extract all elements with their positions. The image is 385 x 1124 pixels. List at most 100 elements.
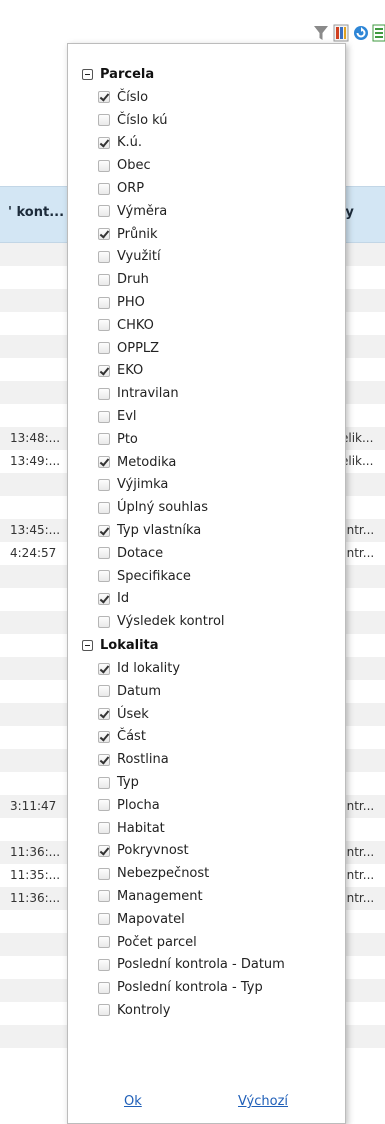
column-option[interactable]: Poslední kontrola - Datum — [68, 953, 345, 976]
column-option[interactable]: Druh — [68, 268, 345, 291]
checkbox-unchecked[interactable] — [98, 776, 110, 789]
column-option[interactable]: CHKO — [68, 314, 345, 337]
checkbox-unchecked[interactable] — [98, 273, 110, 286]
checkbox-unchecked[interactable] — [98, 250, 110, 263]
checkbox-checked[interactable] — [98, 456, 110, 469]
checkbox-unchecked[interactable] — [98, 1004, 110, 1017]
column-option[interactable]: Úsek — [68, 703, 345, 726]
checkbox-unchecked[interactable] — [98, 410, 110, 423]
collapse-icon[interactable] — [82, 68, 93, 80]
checkbox-checked[interactable] — [98, 844, 110, 857]
column-option[interactable]: Evl — [68, 405, 345, 428]
checkbox-unchecked[interactable] — [98, 685, 110, 698]
column-option[interactable]: Management — [68, 885, 345, 908]
checkbox-checked[interactable] — [98, 228, 110, 241]
column-option[interactable]: Počet parcel — [68, 931, 345, 954]
column-option[interactable]: Číslo — [68, 86, 345, 109]
column-option[interactable]: Výsledek kontrol — [68, 610, 345, 633]
checkbox-unchecked[interactable] — [98, 433, 110, 446]
column-option[interactable]: Část — [68, 726, 345, 749]
checkbox-unchecked[interactable] — [98, 958, 110, 971]
column-option[interactable]: Průnik — [68, 223, 345, 246]
column-header-left[interactable]: ' kont... — [8, 205, 64, 220]
column-option[interactable]: Plocha — [68, 794, 345, 817]
checkbox-unchecked[interactable] — [98, 936, 110, 949]
column-option[interactable]: ORP — [68, 177, 345, 200]
checkbox-checked[interactable] — [98, 730, 110, 743]
table-cell-left: 3:11:47 — [10, 799, 57, 813]
column-option[interactable]: Číslo kú — [68, 109, 345, 132]
column-option[interactable]: Id — [68, 588, 345, 611]
column-option-label: Využití — [117, 249, 161, 265]
column-option[interactable]: Pokryvnost — [68, 840, 345, 863]
checkbox-unchecked[interactable] — [98, 319, 110, 332]
column-option-label: Intravilan — [117, 386, 179, 402]
filter-icon[interactable] — [313, 24, 329, 42]
checkbox-checked[interactable] — [98, 91, 110, 104]
column-option[interactable]: Id lokality — [68, 657, 345, 680]
column-option[interactable]: EKO — [68, 360, 345, 383]
column-option[interactable]: Pto — [68, 428, 345, 451]
export-icon[interactable] — [371, 24, 385, 42]
ok-button[interactable]: Ok — [124, 1094, 142, 1109]
checkbox-checked[interactable] — [98, 136, 110, 149]
column-option[interactable]: Rostlina — [68, 748, 345, 771]
checkbox-unchecked[interactable] — [98, 159, 110, 172]
column-option[interactable]: Dotace — [68, 542, 345, 565]
column-option[interactable]: Výjimka — [68, 474, 345, 497]
checkbox-unchecked[interactable] — [98, 478, 110, 491]
column-option[interactable]: Poslední kontrola - Typ — [68, 976, 345, 999]
checkbox-checked[interactable] — [98, 524, 110, 537]
column-option[interactable]: Výměra — [68, 200, 345, 223]
checkbox-unchecked[interactable] — [98, 547, 110, 560]
column-option-label: Číslo — [117, 89, 149, 105]
checkbox-unchecked[interactable] — [98, 890, 110, 903]
checkbox-unchecked[interactable] — [98, 822, 110, 835]
column-option[interactable]: Obec — [68, 154, 345, 177]
column-option[interactable]: Metodika — [68, 451, 345, 474]
checkbox-checked[interactable] — [98, 364, 110, 377]
table-cell-left: 11:36:... — [10, 891, 61, 905]
column-option[interactable]: Typ — [68, 771, 345, 794]
checkbox-unchecked[interactable] — [98, 501, 110, 514]
column-option[interactable]: PHO — [68, 291, 345, 314]
column-option-label: Dotace — [117, 545, 164, 561]
checkbox-unchecked[interactable] — [98, 570, 110, 583]
group-header[interactable]: Parcela — [68, 62, 345, 86]
column-option[interactable]: Úplný souhlas — [68, 496, 345, 519]
column-option[interactable]: Specifikace — [68, 565, 345, 588]
checkbox-checked[interactable] — [98, 708, 110, 721]
column-option-label: Poslední kontrola - Datum — [117, 957, 285, 973]
checkbox-unchecked[interactable] — [98, 981, 110, 994]
column-option[interactable]: Nebezpečnost — [68, 862, 345, 885]
column-option[interactable]: Typ vlastníka — [68, 519, 345, 542]
checkbox-unchecked[interactable] — [98, 342, 110, 355]
checkbox-unchecked[interactable] — [98, 867, 110, 880]
column-option[interactable]: Využití — [68, 246, 345, 269]
column-option[interactable]: Kontroly — [68, 999, 345, 1022]
checkbox-checked[interactable] — [98, 662, 110, 675]
group-header[interactable]: Lokalita — [68, 633, 345, 657]
columns-icon[interactable] — [333, 24, 349, 42]
checkbox-unchecked[interactable] — [98, 205, 110, 218]
checkbox-unchecked[interactable] — [98, 387, 110, 400]
column-option[interactable]: Habitat — [68, 817, 345, 840]
refresh-icon[interactable] — [353, 24, 369, 42]
column-option[interactable]: Mapovatel — [68, 908, 345, 931]
checkbox-checked[interactable] — [98, 592, 110, 605]
column-option[interactable]: K.ú. — [68, 132, 345, 155]
column-option[interactable]: Intravilan — [68, 382, 345, 405]
checkbox-unchecked[interactable] — [98, 296, 110, 309]
table-cell-left: 11:35:... — [10, 868, 61, 882]
column-option[interactable]: OPPLZ — [68, 337, 345, 360]
checkbox-unchecked[interactable] — [98, 114, 110, 127]
checkbox-unchecked[interactable] — [98, 913, 110, 926]
checkbox-unchecked[interactable] — [98, 182, 110, 195]
column-option-label: CHKO — [117, 317, 154, 333]
default-button[interactable]: Výchozí — [238, 1094, 288, 1109]
column-option[interactable]: Datum — [68, 680, 345, 703]
checkbox-checked[interactable] — [98, 753, 110, 766]
checkbox-unchecked[interactable] — [98, 799, 110, 812]
checkbox-unchecked[interactable] — [98, 615, 110, 628]
collapse-icon[interactable] — [82, 639, 93, 651]
